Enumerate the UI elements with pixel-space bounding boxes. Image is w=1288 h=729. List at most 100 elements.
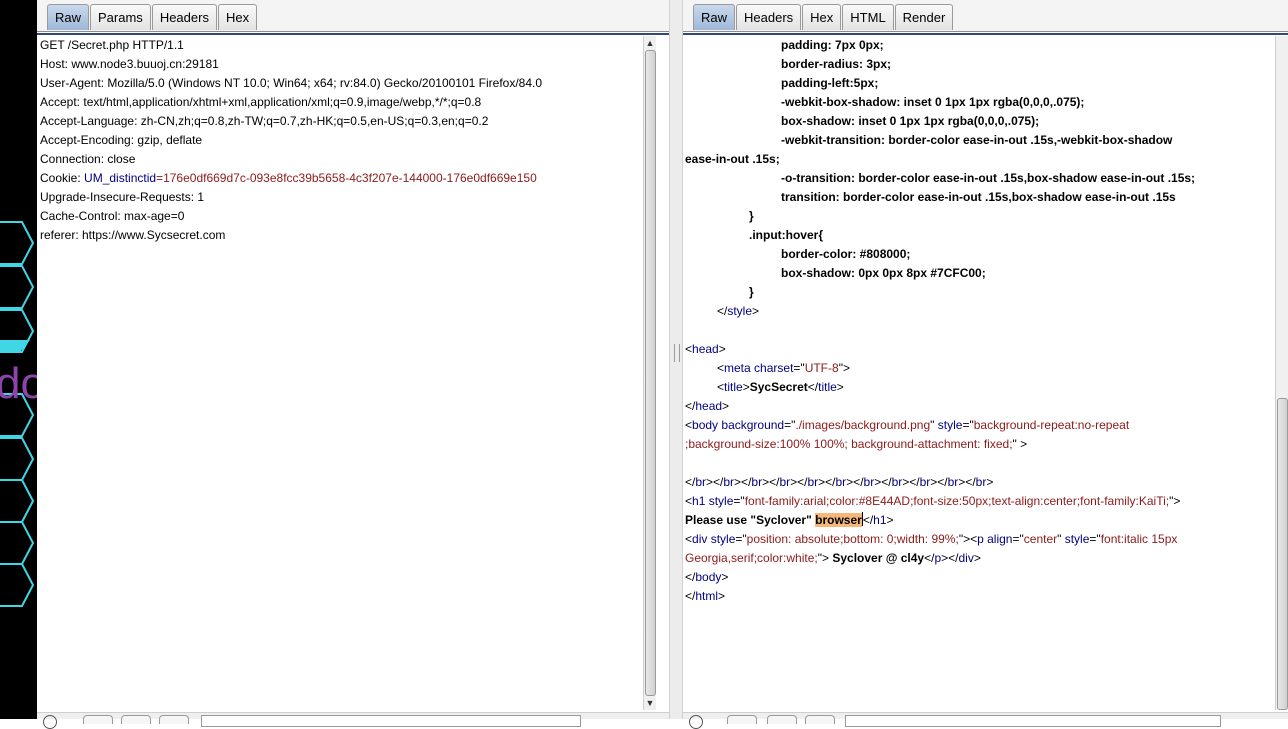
code-token: "> (817, 551, 833, 565)
code-token: font-family:arial;color:#8E44AD;font-siz… (744, 494, 1170, 508)
response-line: transition: border-color ease-in-out .15… (685, 188, 1195, 207)
response-line: <meta charset="UTF-8"> (685, 359, 1195, 378)
tab-headers[interactable]: Headers (151, 4, 217, 30)
response-line: <div style="position: absolute;bottom: 0… (685, 530, 1195, 549)
code-token: " > (1012, 437, 1028, 451)
code-token: background-repeat:no-repeat (973, 418, 1130, 432)
request-line: Accept-Language: zh-CN,zh;q=0.8,zh-TW;q=… (40, 114, 489, 128)
code-token: background (721, 418, 785, 432)
code-token: =" (1089, 532, 1101, 546)
code-token: > (836, 380, 844, 394)
response-line: <h1 style="font-family:arial;color:#8E44… (685, 492, 1195, 511)
response-line: <head> (685, 340, 1195, 359)
search-add-button[interactable] (121, 715, 151, 724)
pane-divider[interactable] (669, 0, 683, 719)
tab-html[interactable]: HTML (842, 4, 894, 30)
response-line: -webkit-transition: border-color ease-in… (685, 131, 1195, 150)
search-input[interactable] (201, 715, 581, 727)
search-prev-button[interactable] (727, 715, 757, 724)
code-token: br (695, 475, 707, 489)
code-token: style (727, 304, 753, 318)
code-token: > (721, 570, 729, 584)
request-scrollbar[interactable]: ▲ ▼ (643, 36, 656, 710)
response-line: </br></br></br></br></br></br></br></br>… (685, 473, 1195, 492)
help-icon[interactable] (43, 715, 57, 729)
divider-grip-icon[interactable] (674, 344, 680, 362)
code-token: title (818, 380, 837, 394)
search-input[interactable] (845, 715, 1221, 727)
response-search-bar (683, 712, 1288, 729)
code-token: ></ (941, 551, 959, 565)
code-token: > (886, 513, 894, 527)
code-token: Georgia,serif;color:white; (685, 551, 818, 565)
search-prev-button[interactable] (83, 715, 113, 724)
response-line (685, 321, 1195, 340)
tab-headers[interactable]: Headers (736, 4, 802, 30)
search-next-button[interactable] (805, 715, 835, 724)
response-line: padding: 7px 0px; (685, 36, 1195, 55)
request-line: Upgrade-Insecure-Requests: 1 (40, 190, 205, 204)
help-icon[interactable] (689, 715, 703, 729)
code-token: ></ (930, 475, 948, 489)
tab-hex[interactable]: Hex (217, 4, 258, 30)
code-token: position: absolute;bottom: 0;width: 99%; (746, 532, 959, 546)
code-token: > (973, 551, 981, 565)
response-line: .input:hover{ (685, 226, 1195, 245)
code-token: > (718, 589, 726, 603)
code-token: meta (724, 361, 751, 375)
code-token: ;background-size:100% 100%; background-a… (685, 437, 1013, 451)
code-token: body (695, 570, 722, 584)
code-token: "> (1169, 494, 1181, 508)
code-token: ></ (762, 475, 780, 489)
code-token: =" (962, 418, 974, 432)
response-line (685, 454, 1195, 473)
code-token: < (685, 342, 693, 356)
request-line: Host: www.node3.buuoj.cn:29181 (40, 57, 219, 71)
scrollbar-thumb[interactable] (1277, 398, 1288, 710)
scroll-up-arrow-icon[interactable]: ▲ (644, 37, 656, 49)
code-token: transition: border-color ease-in-out .15… (781, 190, 1176, 204)
code-token: =" (784, 418, 796, 432)
code-token: < (717, 361, 725, 375)
tab-raw[interactable]: Raw (693, 4, 736, 30)
response-line: padding-left:5px; (685, 74, 1195, 93)
code-token: Please use "Syclover" (685, 513, 816, 527)
code-token: > (986, 475, 994, 489)
code-token: br (947, 475, 959, 489)
scroll-down-arrow-icon[interactable]: ▼ (644, 697, 656, 709)
request-line: User-Agent: Mozilla/5.0 (Windows NT 10.0… (40, 76, 543, 90)
tab-raw[interactable]: Raw (47, 4, 90, 30)
code-token: div (692, 532, 708, 546)
scrollbar-thumb[interactable] (645, 50, 656, 696)
code-token: " (930, 418, 938, 432)
tab-hex[interactable]: Hex (802, 4, 842, 30)
code-token: br (919, 475, 931, 489)
request-editor[interactable]: GET /Secret.php HTTP/1.1 Host: www.node3.… (40, 36, 542, 245)
code-token: align (987, 532, 1013, 546)
search-highlight: browser (815, 513, 862, 527)
response-editor[interactable]: padding: 7px 0px; border-radius: 3px; padd… (685, 36, 1195, 606)
code-token: border-color: #808000; (781, 247, 911, 261)
code-token: box-shadow: 0px 0px 8px #7CFC00; (781, 266, 986, 280)
code-token: > (742, 380, 750, 394)
tab-render[interactable]: Render (894, 4, 954, 30)
code-token: font:italic 15px (1100, 532, 1178, 546)
code-token: </ (685, 475, 696, 489)
response-scrollbar[interactable] (1275, 36, 1288, 710)
hexagon-pattern: do (0, 221, 37, 607)
response-line: Please use "Syclover" browser</h1> (685, 511, 1195, 530)
request-line: Accept-Encoding: gzip, deflate (40, 133, 203, 147)
response-line: <body background="./images/background.pn… (685, 416, 1195, 435)
search-add-button[interactable] (767, 715, 797, 724)
request-search-bar (37, 712, 669, 729)
code-token: ></ (902, 475, 920, 489)
search-next-button[interactable] (159, 715, 189, 724)
cookie-value: 176e0df669d7c-093e8fcc39b5658-4c3f207e-1… (163, 171, 537, 185)
request-line: Cache-Control: max-age=0 (40, 209, 185, 223)
code-token: ></ (734, 475, 752, 489)
code-token: br (835, 475, 847, 489)
response-line: </body> (685, 568, 1195, 587)
tab-params[interactable]: Params (90, 4, 151, 30)
code-token: br (751, 475, 763, 489)
code-token: head (695, 399, 723, 413)
